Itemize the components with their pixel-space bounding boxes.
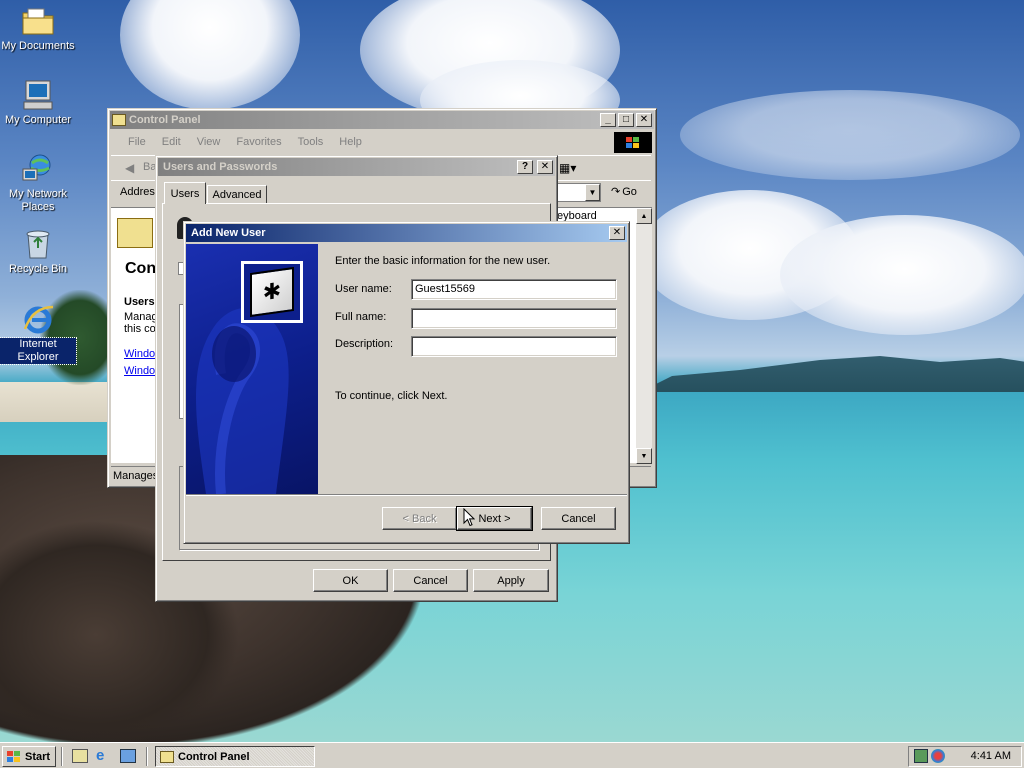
menu-bar: File Edit View Favorites Tools Help [111, 131, 651, 153]
control-panel-icon [160, 750, 174, 763]
taskbar-item-control-panel[interactable]: Control Panel [155, 746, 315, 767]
apply-button[interactable]: Apply [473, 569, 549, 592]
menu-edit[interactable]: Edit [154, 136, 189, 148]
users-key-icon: ✱ [241, 261, 303, 323]
close-button[interactable]: ✕ [609, 226, 625, 240]
menu-tools[interactable]: Tools [290, 136, 332, 148]
ok-button[interactable]: OK [313, 569, 388, 592]
users-and-passwords-titlebar[interactable]: Users and Passwords ? ✕ [158, 158, 555, 176]
close-button[interactable]: ✕ [636, 113, 652, 127]
fullname-label: Full name: [335, 311, 387, 323]
desktop-icon-internet-explorer[interactable]: Internet Explorer [0, 302, 77, 365]
cancel-button[interactable]: Cancel [541, 507, 616, 530]
computer-icon [21, 78, 55, 112]
outlook-express-icon[interactable] [120, 749, 136, 763]
control-panel-titlebar[interactable]: Control Panel _ □ ✕ [110, 111, 654, 129]
username-field[interactable]: Guest15569 [411, 279, 617, 300]
taskbar: Start e Control Panel 4:41 AM [0, 742, 1024, 768]
address-dropdown[interactable]: ▼ [557, 183, 601, 202]
menu-file[interactable]: File [111, 136, 154, 148]
left-link-2[interactable]: Windo [124, 365, 155, 377]
tab-users[interactable]: Users [164, 182, 206, 204]
left-subheading: Users [124, 296, 155, 308]
status-text: Manages [113, 470, 159, 482]
volume-icon[interactable] [931, 749, 945, 763]
folder-icon [21, 4, 55, 38]
help-button[interactable]: ? [517, 160, 533, 174]
cloud [120, 0, 300, 110]
fullname-field[interactable] [411, 308, 617, 329]
clock[interactable]: 4:41 AM [971, 750, 1011, 762]
close-button[interactable]: ✕ [537, 160, 553, 174]
left-description-2: this co [124, 323, 156, 335]
users-icon [117, 218, 153, 248]
beach [0, 382, 120, 422]
cloud [680, 90, 1020, 180]
add-new-user-dialog: Add New User ✕ ✱ Enter the basic informa… [183, 221, 630, 544]
menu-view[interactable]: View [189, 136, 229, 148]
system-tray: 4:41 AM [908, 746, 1022, 767]
wizard-banner: ✱ [186, 244, 318, 494]
cloud [780, 215, 1024, 335]
maximize-button[interactable]: □ [618, 113, 634, 127]
description-field[interactable] [411, 336, 617, 357]
mountains [640, 356, 1024, 392]
back-button[interactable]: < Back [382, 507, 457, 530]
desktop-icon-my-computer[interactable]: My Computer [0, 78, 76, 127]
windows-logo-icon [614, 132, 652, 153]
scroll-down-button[interactable]: ▼ [636, 448, 652, 464]
vertical-scrollbar[interactable]: ▲ ▼ [636, 208, 652, 464]
username-label: User name: [335, 283, 392, 295]
desktop-icon-recycle-bin[interactable]: Recycle Bin [0, 227, 76, 276]
left-link-1[interactable]: Windo [124, 348, 155, 360]
minimize-button[interactable]: _ [600, 113, 616, 127]
left-heading: Con [125, 260, 157, 277]
go-button[interactable]: ↷ Go [611, 185, 637, 199]
taskbar-separator [146, 747, 148, 766]
chevron-down-icon[interactable]: ▼ [585, 184, 600, 201]
left-description-1: Manag [124, 311, 158, 323]
recycle-bin-icon [21, 227, 55, 261]
mouse-cursor-icon [463, 508, 475, 527]
description-label: Description: [335, 338, 394, 350]
scroll-up-button[interactable]: ▲ [636, 208, 652, 224]
desktop-icon-my-network-places[interactable]: My Network Places [0, 152, 76, 214]
start-button[interactable]: Start [2, 746, 56, 767]
cancel-button[interactable]: Cancel [393, 569, 468, 592]
show-desktop-icon[interactable] [72, 749, 88, 763]
address-label: Addres [120, 186, 155, 198]
control-panel-icon [112, 114, 126, 126]
desktop-icon-my-documents[interactable]: My Documents [0, 4, 76, 53]
menu-favorites[interactable]: Favorites [228, 136, 289, 148]
menu-help[interactable]: Help [331, 136, 370, 148]
add-new-user-titlebar[interactable]: Add New User ✕ [186, 224, 627, 242]
windows-logo-icon [7, 750, 20, 762]
back-arrow-icon[interactable]: ◀ [125, 161, 134, 175]
intro-text: Enter the basic information for the new … [335, 255, 551, 267]
wizard-divider [186, 494, 627, 496]
network-status-icon[interactable] [914, 749, 928, 763]
go-arrow-icon: ↷ [611, 186, 621, 198]
continue-text: To continue, click Next. [335, 390, 448, 402]
views-icon[interactable]: ▦▾ [559, 161, 576, 175]
taskbar-separator [61, 747, 63, 766]
ie-icon [21, 302, 55, 336]
ie-quicklaunch-icon[interactable]: e [96, 747, 104, 764]
network-icon [21, 152, 55, 186]
tab-advanced[interactable]: Advanced [207, 185, 267, 204]
